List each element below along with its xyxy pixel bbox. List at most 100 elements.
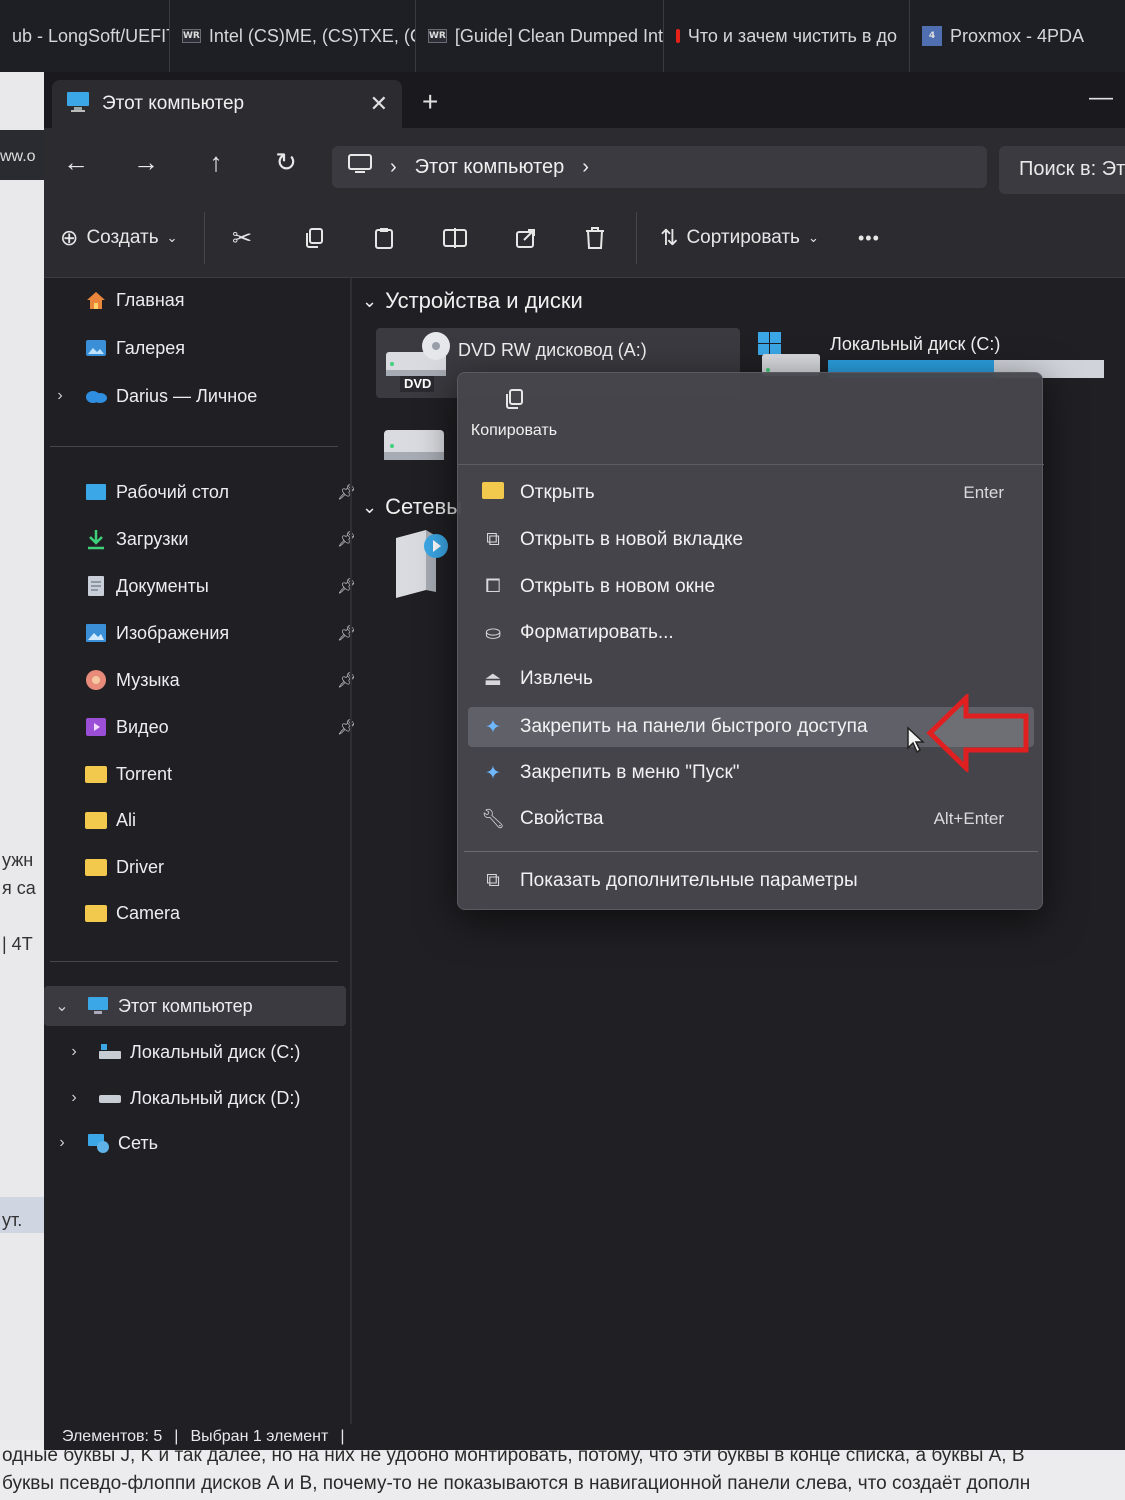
pictures-icon <box>84 622 108 644</box>
refresh-icon[interactable]: ↻ <box>266 142 306 182</box>
dvd-drive-name[interactable]: DVD RW дисковод (A:) <box>458 340 647 361</box>
browser-tab[interactable]: ub - LongSoft/UEFITo <box>0 0 170 72</box>
chevron-down-icon: ⌄ <box>807 230 819 245</box>
browser-tab[interactable]: WR [Guide] Clean Dumped Int <box>416 0 664 72</box>
new-tab-button[interactable]: + <box>422 86 438 118</box>
sidebar-item-label: Darius — Личное <box>116 385 258 406</box>
menu-item-label: Открыть в новом окне <box>520 576 716 597</box>
sidebar-item-label: Ali <box>116 809 137 830</box>
gallery-icon <box>84 337 108 359</box>
chevron-right-icon[interactable]: › <box>50 1134 74 1152</box>
close-tab-icon[interactable]: ✕ <box>370 91 388 117</box>
chevron-right-icon[interactable]: › <box>62 1043 86 1061</box>
sidebar-item-gallery[interactable]: Галерея <box>60 328 360 368</box>
copy-button[interactable]: Копировать <box>464 387 564 457</box>
menu-item-label: Закрепить на панели быстрого доступа <box>520 716 868 737</box>
search-input[interactable]: Поиск в: Эт <box>999 146 1125 194</box>
sidebar-item-camera[interactable]: Camera <box>60 893 360 933</box>
navigation-bar: ← → ↑ ↻ › Этот компьютер › Поиск в: Эт <box>44 128 1125 198</box>
chevron-right-icon[interactable]: › <box>582 156 589 179</box>
address-bar[interactable]: › Этот компьютер › <box>332 146 987 188</box>
background-url-fragment: ww.o <box>0 130 44 180</box>
sidebar-item-ali[interactable]: Ali <box>60 800 360 840</box>
minimize-button[interactable]: — <box>1089 84 1113 112</box>
format-icon: ⛀ <box>485 622 501 644</box>
browser-tab-label: Intel (CS)ME, (CS)TXE, (CS) <box>208 25 415 46</box>
up-arrow-icon[interactable]: ↑ <box>196 142 236 182</box>
sort-button[interactable]: ⇅ Сортировать ⌄ <box>660 220 819 256</box>
menu-item-more-options[interactable]: ⧉ Показать дополнительные параметры <box>468 861 1034 901</box>
menu-item-open[interactable]: Открыть Enter <box>468 473 1034 513</box>
sort-label: Сортировать <box>686 227 800 248</box>
sidebar-item-downloads[interactable]: Загрузки 📌︎ <box>60 519 360 559</box>
section-network[interactable]: ⌄ Сетевы <box>362 494 462 520</box>
back-arrow-icon[interactable]: ← <box>56 142 96 182</box>
sidebar-item-home[interactable]: Главная <box>60 280 360 320</box>
sidebar-item-this-pc[interactable]: ⌄ Этот компьютер <box>44 986 346 1026</box>
menu-shortcut: Alt+Enter <box>933 809 1004 828</box>
cut-icon[interactable]: ✂ <box>232 220 252 256</box>
rename-icon[interactable] <box>442 220 468 256</box>
sidebar-item-label: Документы <box>116 575 209 596</box>
browser-tab[interactable]: Что и зачем чистить в до <box>664 0 910 72</box>
copy-icon[interactable] <box>302 220 326 256</box>
menu-item-open-new-window[interactable]: ⧠ Открыть в новом окне <box>468 567 1034 607</box>
breadcrumb[interactable]: Этот компьютер <box>415 156 565 179</box>
delete-icon[interactable] <box>584 220 606 256</box>
background-page-left: ужн я са | 4Т ут. <box>0 72 44 1500</box>
drive-c-name[interactable]: Локальный диск (C:) <box>830 334 1000 355</box>
sidebar-item-pictures[interactable]: Изображения 📌︎ <box>60 613 360 653</box>
chevron-right-icon[interactable]: › <box>62 1089 86 1107</box>
copy-label: Копировать <box>470 422 558 439</box>
section-title: Сетевы <box>385 494 463 519</box>
sidebar-item-drive-d[interactable]: › Локальный диск (D:) <box>62 1078 362 1118</box>
sidebar-item-torrent[interactable]: Torrent <box>60 754 360 794</box>
network-icon <box>86 1132 110 1154</box>
folder-open-icon <box>480 481 506 505</box>
menu-item-eject[interactable]: ⏏ Извлечь <box>468 659 1034 699</box>
paste-icon[interactable] <box>372 220 396 256</box>
media-server-icon[interactable] <box>388 526 452 607</box>
items-count: Элементов: 5 <box>62 1428 163 1445</box>
chevron-right-icon[interactable]: › <box>48 387 72 405</box>
navigation-pane: Главная Галерея › Darius — Личное Рабочи… <box>44 278 356 1428</box>
sidebar-item-driver[interactable]: Driver <box>60 847 360 887</box>
menu-item-open-new-tab[interactable]: ⧉ Открыть в новой вкладке <box>468 520 1034 560</box>
sidebar-item-label: Torrent <box>116 763 173 784</box>
section-devices[interactable]: ⌄ Устройства и диски <box>362 288 583 314</box>
context-menu-quick-actions: Копировать <box>458 373 1044 465</box>
computer-icon <box>66 91 90 118</box>
toolbar-divider <box>636 212 637 264</box>
sidebar-item-music[interactable]: Музыка 📌︎ <box>60 660 360 700</box>
chevron-down-icon: ⌄ <box>362 496 378 517</box>
browser-tab-label: ub - LongSoft/UEFITo <box>12 25 170 46</box>
menu-item-properties[interactable]: 🔧︎ Свойства Alt+Enter <box>468 799 1034 839</box>
sidebar-item-network[interactable]: › Сеть <box>50 1123 350 1163</box>
background-line: буквы псевдо-флоппи дисков A и B, почему… <box>2 1473 1031 1494</box>
sidebar-item-label: Изображения <box>116 622 230 643</box>
forward-arrow-icon[interactable]: → <box>126 142 166 182</box>
browser-tab[interactable]: WR Intel (CS)ME, (CS)TXE, (CS) <box>170 0 416 72</box>
browser-tab[interactable]: 4 Proxmox - 4PDA <box>910 0 1125 72</box>
create-button[interactable]: ⊕ Создать ⌄ <box>60 220 178 256</box>
menu-item-label: Показать дополнительные параметры <box>520 870 858 891</box>
more-options-button[interactable]: ••• <box>858 220 880 256</box>
share-icon[interactable] <box>514 220 538 256</box>
copy-icon <box>502 387 526 416</box>
sidebar-item-video[interactable]: Видео 📌︎ <box>60 707 360 747</box>
sidebar-item-label: Локальный диск (C:) <box>130 1041 301 1062</box>
onedrive-icon <box>84 385 108 407</box>
menu-item-format[interactable]: ⛀ Форматировать... <box>468 613 1034 653</box>
eject-icon: ⏏ <box>484 668 502 690</box>
chevron-down-icon[interactable]: ⌄ <box>50 996 74 1016</box>
sidebar-item-onedrive[interactable]: › Darius — Личное <box>48 376 348 416</box>
sidebar-item-documents[interactable]: Документы 📌︎ <box>60 566 360 606</box>
pin-start-icon: ✦ <box>485 762 501 784</box>
tab-this-pc[interactable]: Этот компьютер ✕ <box>52 80 402 128</box>
sidebar-item-desktop[interactable]: Рабочий стол 📌︎ <box>60 472 360 512</box>
menu-item-label: Открыть <box>520 482 595 503</box>
menu-item-label: Форматировать... <box>520 622 674 643</box>
desktop-icon <box>84 481 108 503</box>
monitor-icon <box>348 153 372 181</box>
sidebar-item-drive-c[interactable]: › Локальный диск (C:) <box>62 1032 362 1072</box>
